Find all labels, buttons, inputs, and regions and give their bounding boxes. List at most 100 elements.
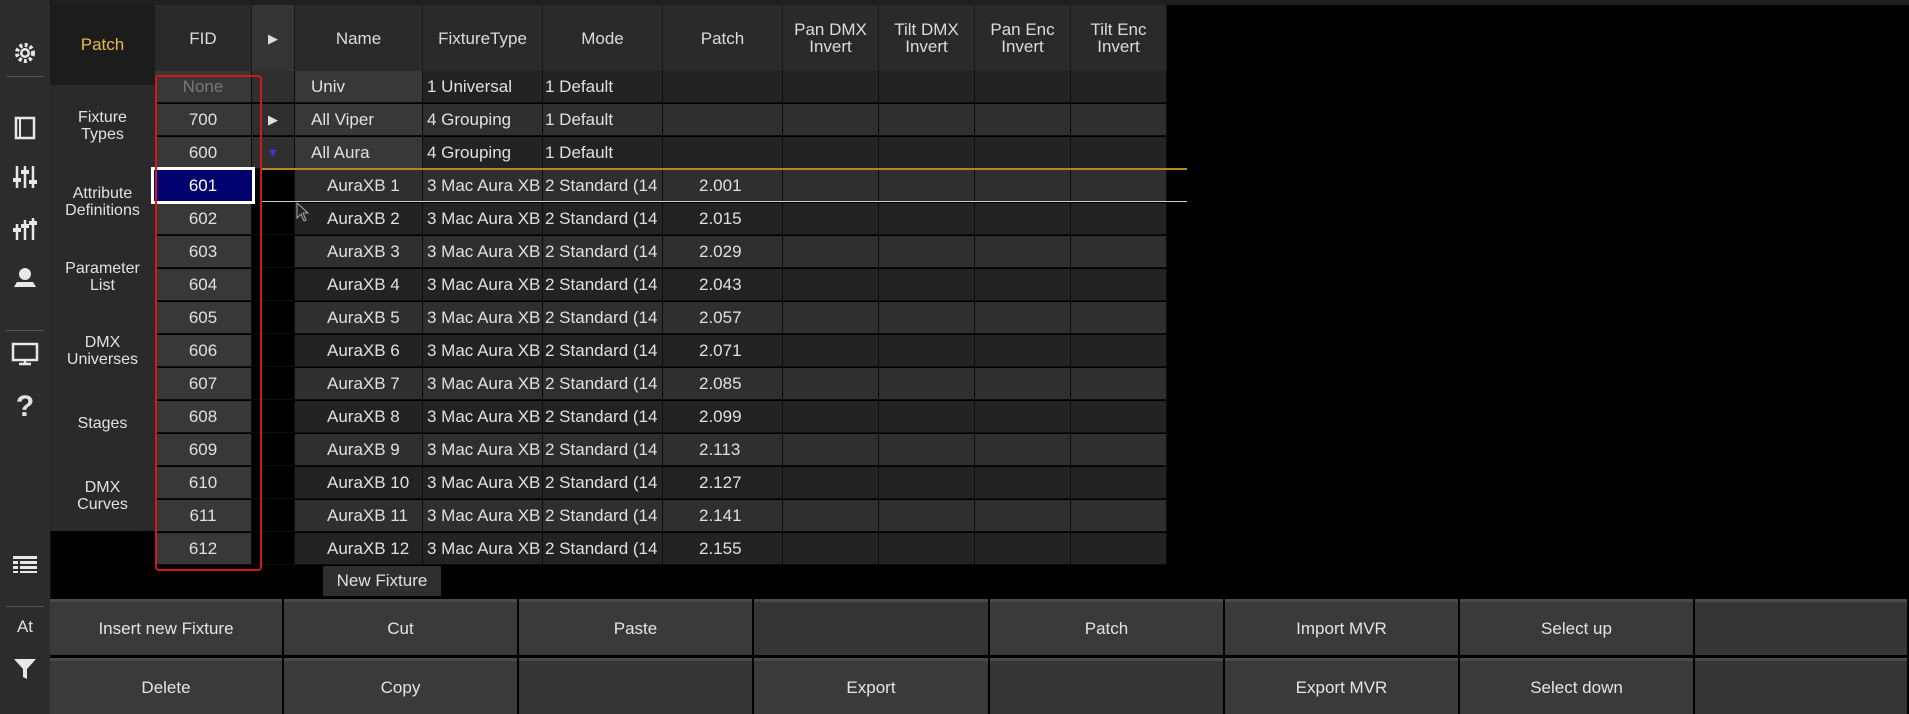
table-row[interactable]: 604 AuraXB 43 Mac Aura XB 2 Standard (14 2.… [155,269,1187,302]
cell-name[interactable]: AuraXB 12 [295,533,423,565]
cell-mode[interactable]: 2 Standard (14 [543,467,663,499]
header-fid[interactable]: FID [155,5,252,71]
cell-patch[interactable] [663,104,783,136]
table-row[interactable]: 605 AuraXB 53 Mac Aura XB 2 Standard (14 2.… [155,302,1187,335]
cell-empty[interactable] [783,236,879,268]
export-button[interactable]: Export [754,658,988,714]
cell-empty[interactable] [975,236,1071,268]
header-expand[interactable]: ▶ [252,5,295,71]
insert-new-fixture-button[interactable]: Insert new Fixture [50,599,282,655]
fixture-icon[interactable] [0,256,50,300]
cell-empty[interactable] [783,401,879,433]
cell-empty[interactable] [1071,368,1167,400]
cell-fixture-type[interactable]: 3 Mac Aura XB [423,335,543,367]
cell-patch[interactable]: 2.085 [663,368,783,400]
book-icon[interactable] [0,106,50,150]
cell-name[interactable]: AuraXB 3 [295,236,423,268]
cell-name[interactable]: AuraXB 5 [295,302,423,334]
delete-button[interactable]: Delete [50,658,282,714]
cell-mode[interactable]: 2 Standard (14 [543,401,663,433]
cell-empty[interactable] [975,533,1071,565]
cell-mode[interactable]: 1 Default [543,104,663,136]
empty-button[interactable] [1695,658,1907,714]
encoder-faders-icon[interactable] [0,207,50,251]
cell-empty[interactable] [879,500,975,532]
cell-patch[interactable]: 2.057 [663,302,783,334]
cell-empty[interactable] [1071,71,1167,103]
cell-fixture-type[interactable]: 3 Mac Aura XB [423,467,543,499]
header-patch[interactable]: Patch [663,5,783,71]
cell-empty[interactable] [1071,269,1167,301]
cell-fixture-type[interactable]: 4 Grouping [423,104,543,136]
patch-button[interactable]: Patch [990,599,1223,655]
cell-patch[interactable]: 2.141 [663,500,783,532]
cell-name[interactable]: AuraXB 7 [295,368,423,400]
cell-empty[interactable] [879,533,975,565]
table-row[interactable]: 611 AuraXB 11 3 Mac Aura XB 2 Standard (14 2… [155,500,1187,533]
cell-name[interactable]: AuraXB 2 [295,203,423,235]
cell-mode[interactable]: 1 Default [543,137,663,169]
cell-empty[interactable] [1071,302,1167,334]
cell-empty[interactable] [783,269,879,301]
menu-item-dmx-curves[interactable]: DMX Curves [52,459,153,533]
cut-button[interactable]: Cut [284,599,517,655]
table-row[interactable]: 612 AuraXB 12 3 Mac Aura XB 2 Standard (14 2… [155,533,1187,566]
cell-fixture-type[interactable]: 3 Mac Aura XB [423,236,543,268]
cell-empty[interactable] [1071,236,1167,268]
export-mvr-button[interactable]: Export MVR [1225,658,1458,714]
header-tilt-enc-invert[interactable]: Tilt Enc Invert [1071,5,1167,71]
table-row[interactable]: None Univ 1 Universal 1 Default [155,71,1187,104]
menu-item-stages[interactable]: Stages [52,386,153,460]
cell-empty[interactable] [975,71,1071,103]
cell-name[interactable]: Univ [295,71,423,103]
cell-empty[interactable] [879,104,975,136]
cell-fixture-type[interactable]: 3 Mac Aura XB [423,269,543,301]
cell-empty[interactable] [1071,203,1167,235]
cell-name[interactable]: AuraXB 11 [295,500,423,532]
copy-button[interactable]: Copy [284,658,517,714]
at-button[interactable]: At [0,605,50,649]
cell-empty[interactable] [783,368,879,400]
cell-empty[interactable] [879,335,975,367]
cell-empty[interactable] [879,71,975,103]
cell-mode[interactable]: 2 Standard (14 [543,368,663,400]
sheet-icon[interactable] [0,542,50,586]
cell-fixture-type[interactable]: 4 Grouping [423,137,543,169]
cell-empty[interactable] [879,236,975,268]
new-fixture-button[interactable]: New Fixture [323,566,441,596]
table-row[interactable]: 601AuraXB 13 Mac Aura XB2 Standard (142.… [155,170,1187,203]
select-up-button[interactable]: Select up [1460,599,1693,655]
cell-empty[interactable] [783,302,879,334]
cell-fixture-type[interactable]: 3 Mac Aura XB [423,401,543,433]
cell-mode[interactable]: 2 Standard (14 [543,302,663,334]
cell-mode[interactable]: 2 Standard (14 [543,170,663,202]
table-row[interactable]: 609 AuraXB 93 Mac Aura XB 2 Standard (14 2.… [155,434,1187,467]
cell-empty[interactable] [975,269,1071,301]
cell-mode[interactable]: 2 Standard (14 [543,236,663,268]
cell-empty[interactable] [975,401,1071,433]
empty-button[interactable] [1695,599,1907,655]
menu-item-dmx-universes[interactable]: DMX Universes [52,314,153,388]
cell-empty[interactable] [783,71,879,103]
filter-icon[interactable] [0,647,50,691]
cell-empty[interactable] [1071,104,1167,136]
cell-empty[interactable] [783,434,879,466]
cell-empty[interactable] [1071,500,1167,532]
cell-empty[interactable] [879,467,975,499]
header-pan-enc-invert[interactable]: Pan Enc Invert [975,5,1071,71]
cell-empty[interactable] [879,302,975,334]
cell-empty[interactable] [783,203,879,235]
cell-empty[interactable] [783,467,879,499]
select-down-button[interactable]: Select down [1460,658,1693,714]
cell-patch[interactable]: 2.155 [663,533,783,565]
cell-empty[interactable] [879,269,975,301]
cell-name[interactable]: AuraXB 4 [295,269,423,301]
cell-mode[interactable]: 2 Standard (14 [543,533,663,565]
cell-fixture-type[interactable]: 3 Mac Aura XB [423,434,543,466]
cell-name[interactable]: AuraXB 8 [295,401,423,433]
cell-empty[interactable] [1071,434,1167,466]
cell-patch[interactable] [663,71,783,103]
menu-item-attribute-definitions[interactable]: Attribute Definitions [52,165,153,239]
cell-empty[interactable] [975,335,1071,367]
header-mode[interactable]: Mode [543,5,663,71]
